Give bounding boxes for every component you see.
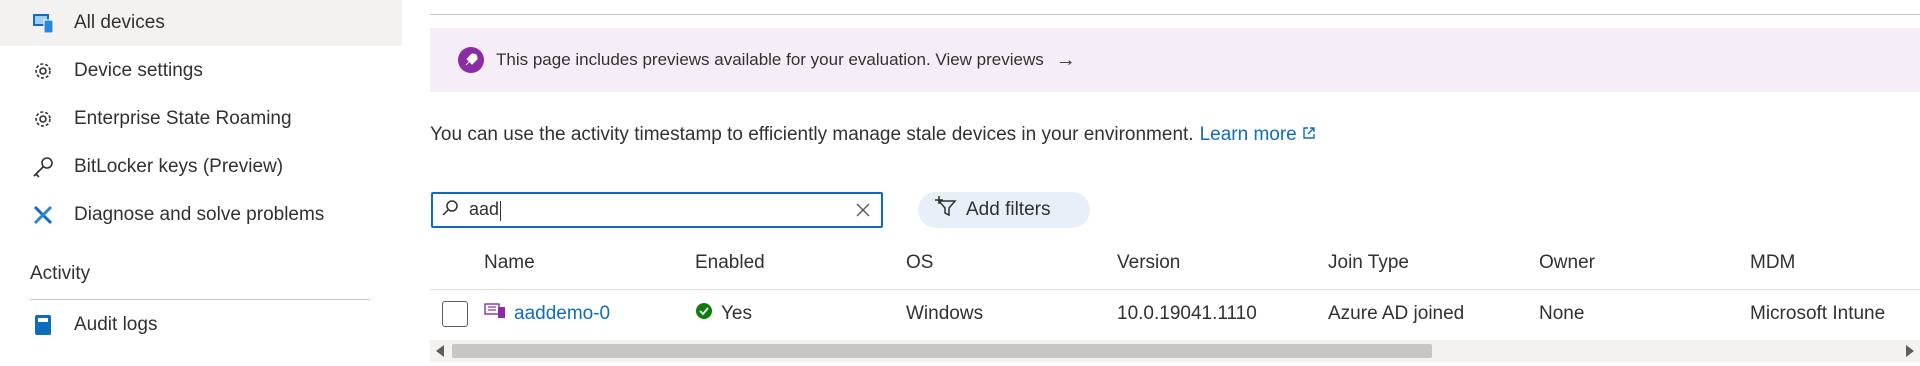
- divider: [30, 299, 370, 300]
- clear-icon[interactable]: [853, 200, 873, 220]
- table-row[interactable]: aaddemo-0 Yes Windows 10.0.19041.1110 Az…: [430, 290, 1920, 338]
- divider: [430, 14, 1920, 15]
- info-text: You can use the activity timestamp to ef…: [430, 124, 1316, 146]
- column-header-join-type[interactable]: Join Type: [1328, 248, 1409, 290]
- gear-icon: [30, 58, 56, 84]
- check-circle-icon: [695, 302, 713, 326]
- column-header-version[interactable]: Version: [1117, 248, 1180, 290]
- row-checkbox-cell: [442, 290, 468, 338]
- devices-icon: [30, 10, 56, 36]
- banner-text: This page includes previews available fo…: [496, 50, 1044, 69]
- horizontal-scrollbar[interactable]: [430, 340, 1920, 362]
- sidebar-item-device-settings[interactable]: Device settings: [0, 48, 402, 94]
- add-filter-icon: [934, 195, 958, 225]
- learn-more-link[interactable]: Learn more: [1200, 124, 1316, 145]
- scroll-right-icon[interactable]: [1906, 345, 1914, 357]
- os-cell: Windows: [906, 303, 984, 324]
- main-content: This page includes previews available fo…: [402, 0, 1920, 366]
- arrow-right-icon[interactable]: →: [1056, 49, 1076, 72]
- sidebar-item-label: All devices: [74, 12, 165, 33]
- wrench-icon: [30, 202, 56, 228]
- section-header-activity: Activity: [30, 263, 91, 284]
- sidebar-item-all-devices[interactable]: All devices: [0, 0, 402, 46]
- gear-icon: [30, 106, 56, 132]
- mdm-cell: Microsoft Intune: [1750, 303, 1886, 324]
- sidebar-item-label: Device settings: [74, 60, 203, 81]
- external-link-icon: [1303, 127, 1315, 139]
- sidebar-item-bitlocker-keys[interactable]: BitLocker keys (Preview): [0, 144, 402, 190]
- device-name-cell: aaddemo-0: [484, 290, 610, 338]
- column-header-enabled[interactable]: Enabled: [695, 248, 765, 290]
- info-message: You can use the activity timestamp to ef…: [430, 124, 1194, 145]
- add-filters-label: Add filters: [966, 199, 1051, 220]
- scrollbar-thumb[interactable]: [452, 344, 1432, 358]
- owner-cell: None: [1539, 303, 1585, 324]
- sidebar: All devices Device settings Enterprise S…: [0, 0, 402, 366]
- sidebar-item-label: Audit logs: [74, 314, 158, 335]
- column-header-name[interactable]: Name: [484, 248, 535, 290]
- table-header: Name Enabled OS Version Join Type Owner …: [430, 248, 1920, 290]
- add-filters-button[interactable]: Add filters: [918, 192, 1090, 228]
- search-icon: [441, 199, 459, 222]
- sidebar-item-audit-logs[interactable]: Audit logs: [0, 302, 402, 348]
- sidebar-item-label: Diagnose and solve problems: [74, 204, 325, 225]
- search-input[interactable]: aad: [431, 192, 883, 228]
- join-type-cell: Azure AD joined: [1328, 303, 1465, 324]
- scroll-left-icon[interactable]: [436, 345, 444, 357]
- rocket-icon: [458, 47, 484, 73]
- sidebar-item-diagnose[interactable]: Diagnose and solve problems: [0, 192, 402, 238]
- log-icon: [30, 312, 56, 338]
- version-cell: 10.0.19041.1110: [1117, 303, 1257, 324]
- enabled-value: Yes: [721, 303, 752, 324]
- key-icon: [30, 154, 56, 180]
- column-header-mdm[interactable]: MDM: [1750, 248, 1795, 290]
- device-icon: [484, 303, 506, 325]
- sidebar-item-label: BitLocker keys (Preview): [74, 156, 284, 177]
- column-header-os[interactable]: OS: [906, 248, 933, 290]
- row-checkbox[interactable]: [442, 301, 468, 327]
- preview-banner[interactable]: This page includes previews available fo…: [430, 28, 1920, 92]
- search-value: aad: [469, 199, 502, 221]
- sidebar-item-label: Enterprise State Roaming: [74, 108, 292, 129]
- enabled-cell: Yes: [695, 290, 752, 338]
- device-name-link[interactable]: aaddemo-0: [514, 303, 610, 325]
- sidebar-item-enterprise-state-roaming[interactable]: Enterprise State Roaming: [0, 96, 402, 142]
- column-header-owner[interactable]: Owner: [1539, 248, 1595, 290]
